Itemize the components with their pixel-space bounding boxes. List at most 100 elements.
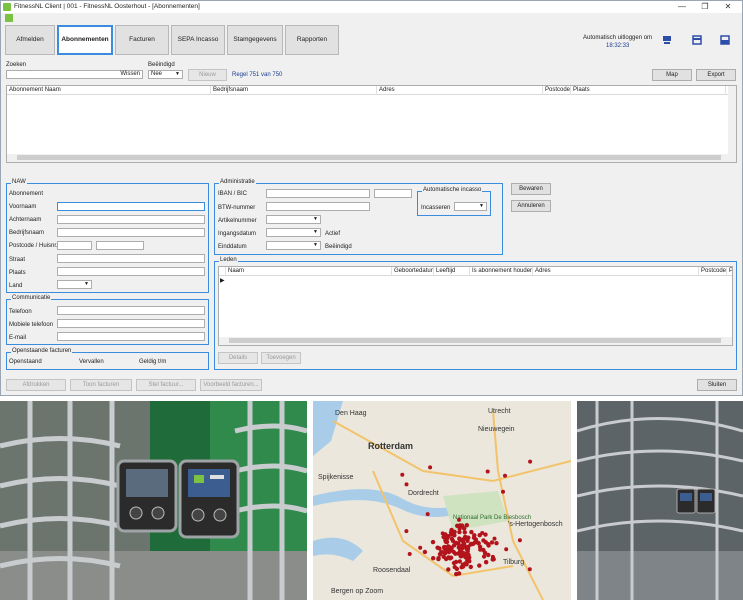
map-marker (486, 543, 491, 548)
field-label: Telefoon (9, 309, 32, 315)
save-button[interactable]: Bewaren (511, 183, 551, 195)
map-marker (430, 539, 436, 545)
ended-label: Beëindigd (148, 62, 175, 68)
map-marker (407, 552, 412, 556)
map-marker (442, 551, 448, 556)
iban-field[interactable] (266, 189, 370, 198)
layout-icon[interactable] (720, 35, 730, 45)
field-label: Artikelnummer (218, 218, 257, 224)
members-table[interactable]: Naam Geboortedatum Leeftijd Is abonnemen… (218, 266, 733, 346)
restore-icon[interactable]: ❐ (698, 2, 712, 12)
start-date-select[interactable]: ▼ (266, 228, 321, 237)
new-button[interactable]: Nieuw (188, 69, 227, 81)
map-marker (444, 539, 450, 545)
email-field[interactable] (57, 332, 205, 341)
column-header[interactable]: Plaats (571, 86, 726, 95)
field-label: Mobiele telefoon (9, 322, 54, 328)
add-member-button[interactable]: Toevoegen (261, 352, 301, 364)
column-header[interactable]: Postcode (543, 86, 571, 95)
horizontal-scrollbar[interactable] (219, 337, 732, 345)
tab-facturen[interactable]: Facturen (115, 25, 169, 55)
column-header[interactable]: Pl (727, 267, 732, 276)
article-number-select[interactable]: ▼ (266, 215, 321, 224)
map-marker (489, 540, 495, 545)
house-number-field[interactable] (96, 241, 144, 250)
tab-sepa-incasso[interactable]: SEPA Incasso (171, 25, 225, 55)
print-button[interactable]: Afdrukken (6, 379, 66, 391)
map-marker (462, 526, 467, 531)
clear-search-button[interactable]: Wissen (120, 71, 140, 78)
map-marker (504, 547, 509, 552)
city-field[interactable] (57, 267, 205, 276)
map-marker (480, 531, 485, 535)
chevron-down-icon: ▼ (313, 229, 318, 235)
map-button[interactable]: Map (652, 69, 692, 81)
search-input[interactable]: Wissen (6, 70, 143, 79)
phone-field[interactable] (57, 306, 205, 315)
map-marker (439, 549, 444, 555)
map-marker (476, 541, 481, 546)
map-marker (446, 548, 451, 554)
column-header[interactable]: Abonnement Naam (7, 86, 211, 95)
ended-select-value: Nee (151, 71, 163, 77)
field-label: BTW-nummer (218, 205, 256, 211)
administration-title: Administratie (219, 179, 256, 185)
tab-abonnementen[interactable]: Abonnementen (57, 25, 113, 55)
map-city-label: Tilburg (503, 559, 524, 566)
column-header[interactable]: Adres (377, 86, 543, 95)
map-marker (467, 555, 472, 560)
end-date-select[interactable]: ▼ (266, 241, 321, 250)
collect-select[interactable]: ▼ (454, 202, 487, 211)
preview-invoices-button[interactable]: Voorbeeld facturen... (200, 379, 262, 391)
column-header[interactable]: Is abonnement houder (470, 267, 533, 276)
map-marker (503, 473, 507, 478)
table-header: Naam Geboortedatum Leeftijd Is abonnemen… (219, 267, 732, 276)
export-button[interactable]: Export (696, 69, 736, 81)
bic-field[interactable] (374, 189, 412, 198)
map-marker (517, 538, 522, 543)
first-name-field[interactable] (57, 202, 205, 211)
last-name-field[interactable] (57, 215, 205, 224)
map-marker (471, 541, 476, 546)
monitor-icon[interactable] (662, 35, 672, 45)
country-select[interactable]: ▼ (57, 280, 92, 289)
map-marker (441, 534, 446, 540)
column-header[interactable]: Leeftijd (434, 267, 470, 276)
vat-number-field[interactable] (266, 202, 370, 211)
column-header[interactable]: Adres (533, 267, 699, 276)
tab-afmelden[interactable]: Afmelden (5, 25, 55, 55)
column-header[interactable]: Bedrijfsnaam (211, 86, 377, 95)
column-header[interactable]: Postcode (699, 267, 727, 276)
tab-rapporten[interactable]: Rapporten (285, 25, 339, 55)
column-header[interactable]: Geboortedatum (392, 267, 434, 276)
close-button[interactable]: Sluiten (697, 379, 737, 391)
subscriptions-table[interactable]: Abonnement Naam Bedrijfsnaam Adres Postc… (6, 85, 737, 163)
map-marker (528, 459, 533, 464)
details-button[interactable]: Details (218, 352, 258, 364)
window-icon[interactable] (692, 35, 702, 45)
tab-stamgegevens[interactable]: Stamgegevens (227, 25, 283, 55)
minimize-icon[interactable]: — (675, 2, 689, 12)
show-invoices-button[interactable]: Toon facturen (70, 379, 132, 391)
horizontal-scrollbar[interactable] (7, 154, 736, 162)
ended-select[interactable]: Nee ▼ (148, 70, 183, 79)
create-invoice-button[interactable]: Stel factuur... (136, 379, 196, 391)
map-marker (492, 536, 497, 541)
map-marker (457, 517, 461, 522)
mobile-field[interactable] (57, 319, 205, 328)
map-marker (446, 555, 451, 560)
close-icon[interactable]: ✕ (721, 2, 735, 12)
company-field[interactable] (57, 228, 205, 237)
street-field[interactable] (57, 254, 205, 263)
map-marker (469, 529, 474, 535)
map-city-label: Dordrecht (408, 490, 439, 497)
field-label: Straat (9, 257, 26, 263)
map-city-label: Roosendaal (373, 567, 411, 574)
autologout-time: 18:32:33 (606, 43, 630, 49)
cancel-button[interactable]: Annuleren (511, 200, 551, 212)
naw-group: NAW (6, 179, 209, 293)
map-marker (501, 489, 505, 494)
vertical-scrollbar[interactable] (728, 86, 736, 154)
postcode-field[interactable] (57, 241, 92, 250)
column-header[interactable]: Naam (226, 267, 392, 276)
